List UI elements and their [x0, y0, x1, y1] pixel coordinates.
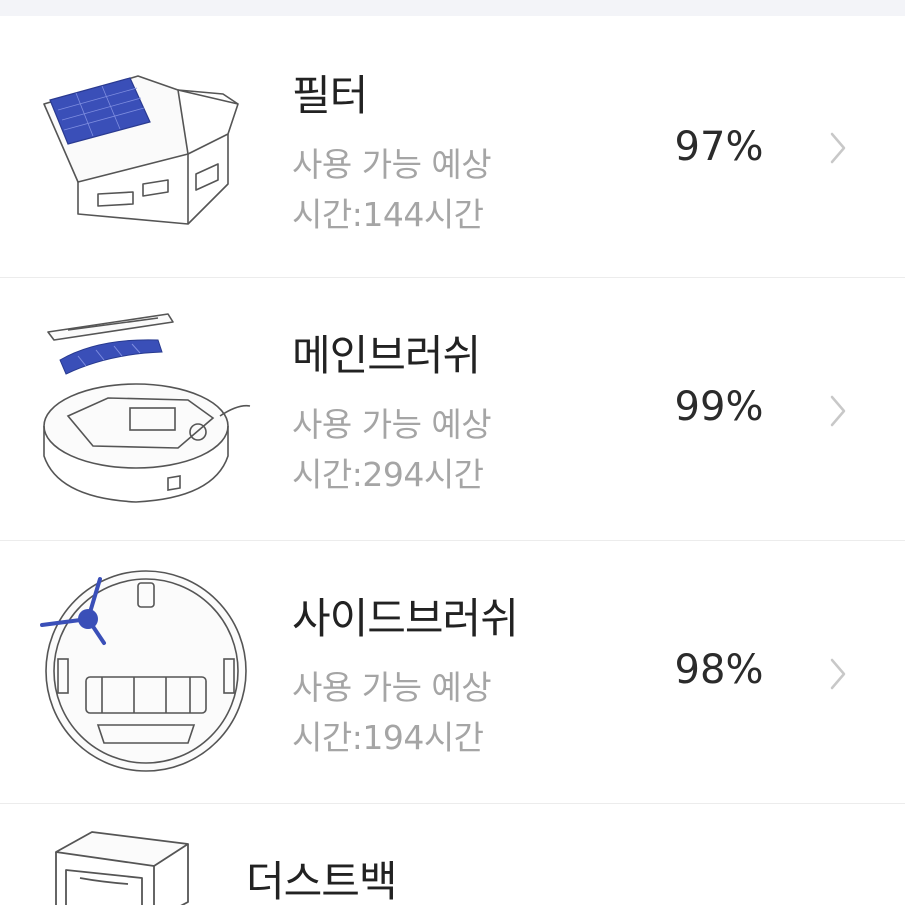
item-desc-line2: 시간:294시간	[292, 455, 484, 494]
filter-icon	[43, 75, 239, 225]
list-item-main-brush[interactable]: 메인브러쉬 사용 가능 예상 시간:294시간 99%	[0, 278, 905, 540]
item-desc-line2: 시간:144시간	[292, 195, 484, 234]
item-title: 더스트백	[246, 857, 398, 905]
main-brush-icon	[43, 313, 251, 503]
item-percent: 99%	[674, 384, 764, 430]
item-percent: 97%	[674, 124, 764, 170]
top-bar	[0, 0, 905, 16]
item-desc-line2: 시간:194시간	[292, 718, 484, 757]
item-title: 메인브러쉬	[292, 331, 481, 380]
dust-bag-icon	[55, 831, 189, 905]
item-percent: 98%	[674, 647, 764, 693]
list-item-side-brush[interactable]: 사이드브러쉬 사용 가능 예상 시간:194시간 98%	[0, 541, 905, 803]
item-desc-line1: 사용 가능 예상	[292, 405, 492, 444]
side-brush-icon	[40, 570, 247, 772]
chevron-right-icon	[830, 132, 846, 164]
item-desc-line1: 사용 가능 예상	[292, 668, 492, 707]
list-item-dust-bag[interactable]: 더스트백	[0, 804, 905, 905]
list-item-filter[interactable]: 필터 사용 가능 예상 시간:144시간 97%	[0, 16, 905, 278]
item-title: 사이드브러쉬	[292, 594, 519, 643]
chevron-right-icon	[830, 395, 846, 427]
item-title: 필터	[292, 71, 368, 120]
item-desc-line1: 사용 가능 예상	[292, 145, 492, 184]
chevron-right-icon	[830, 658, 846, 690]
